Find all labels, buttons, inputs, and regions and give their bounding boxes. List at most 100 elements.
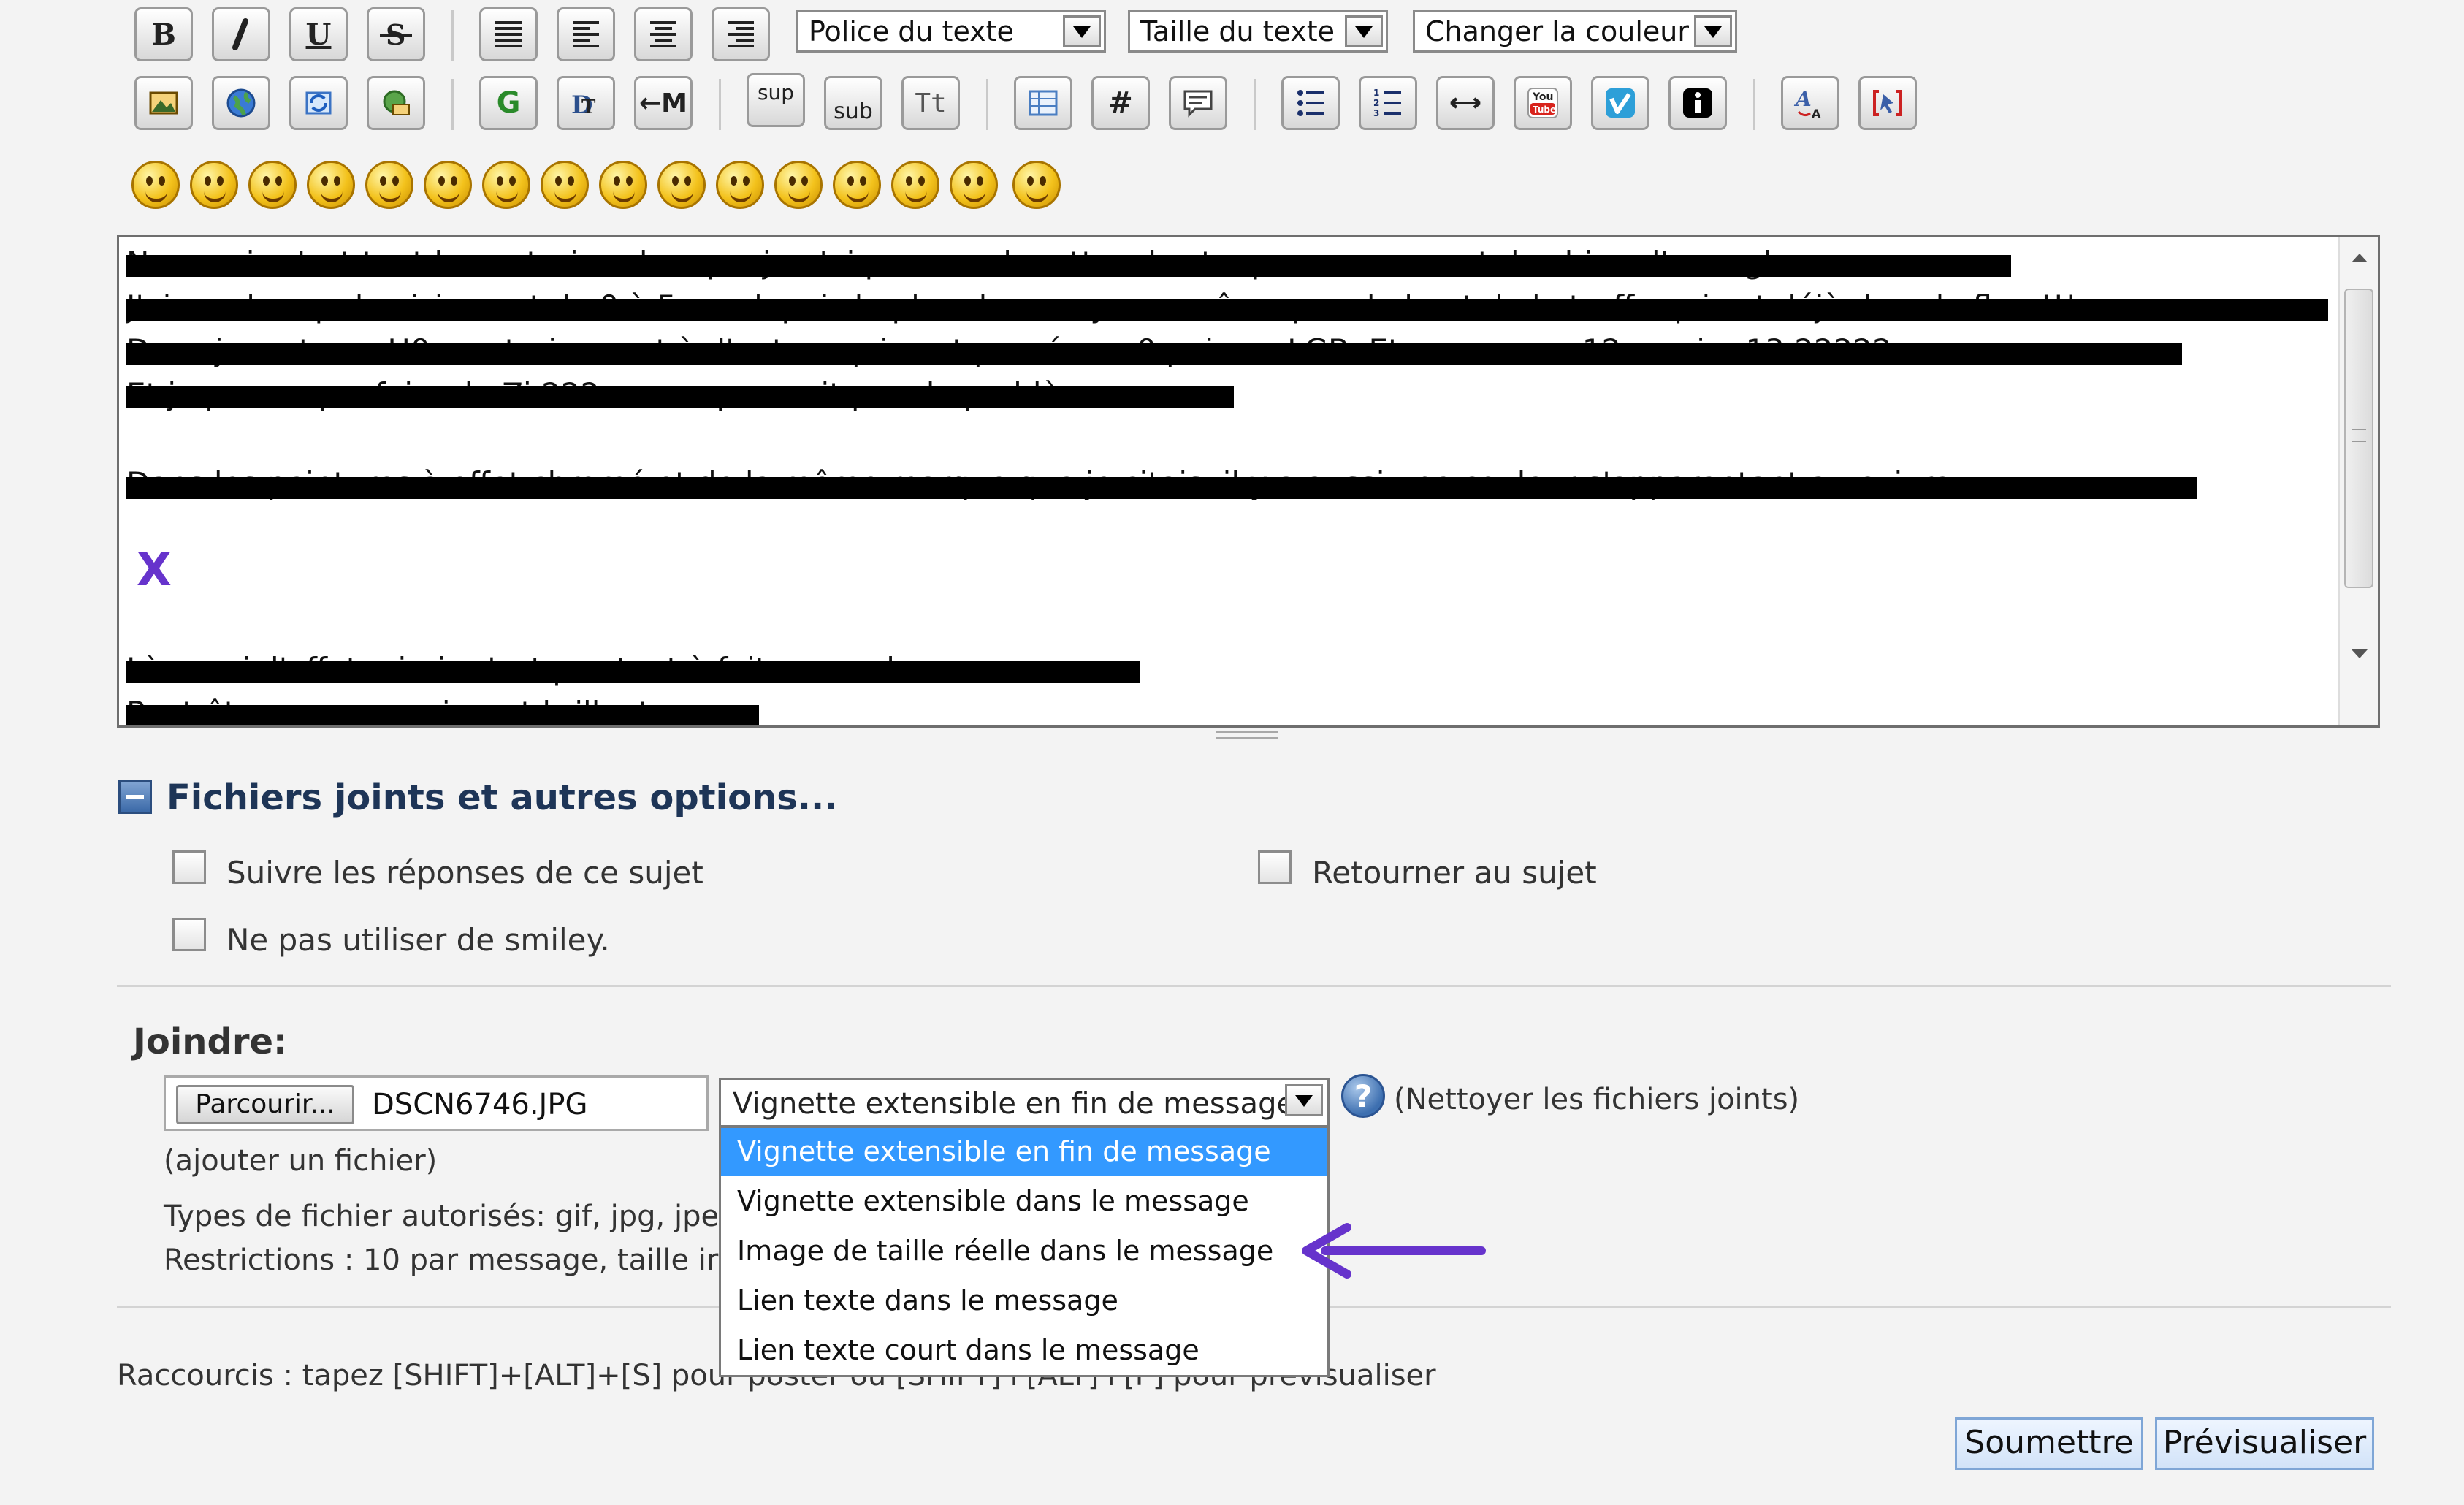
smiley-shocked-icon[interactable] xyxy=(657,161,706,209)
smiley-confused-icon[interactable] xyxy=(833,161,881,209)
numbered-list-button[interactable]: 123 xyxy=(1359,76,1417,130)
smiley-love-icon[interactable] xyxy=(950,161,998,209)
smiley-silly-icon[interactable] xyxy=(891,161,939,209)
globe-icon xyxy=(226,88,256,118)
preview-button[interactable]: Prévisualiser xyxy=(2155,1417,2374,1470)
insert-marker: X xyxy=(137,543,172,596)
vimeo-button[interactable] xyxy=(1591,76,1649,130)
scroll-up-icon[interactable] xyxy=(2349,251,2370,265)
insert-link-button[interactable] xyxy=(212,76,270,130)
message-editor[interactable]: Non mais c'est tout le contraire : lorsq… xyxy=(117,235,2380,728)
font-size-select[interactable]: Taille du texte xyxy=(1128,10,1388,53)
attachment-mode-option[interactable]: Vignette extensible en fin de message xyxy=(721,1128,1327,1176)
file-name: DSCN6746.JPG xyxy=(372,1088,588,1121)
mention-button[interactable]: ←M xyxy=(634,76,693,130)
align-center-button[interactable] xyxy=(634,7,693,61)
youtube-button[interactable]: You Tube xyxy=(1514,76,1572,130)
attach-title: Joindre: xyxy=(133,1021,288,1062)
help-icon[interactable]: ? xyxy=(1341,1074,1385,1118)
smiley-grin-icon[interactable] xyxy=(248,161,297,209)
clean-attachments-link[interactable]: (Nettoyer les fichiers joints) xyxy=(1394,1083,1799,1116)
underline-button[interactable]: U xyxy=(289,7,348,61)
align-center-icon xyxy=(650,21,676,47)
smiley-crying-icon[interactable] xyxy=(599,161,647,209)
smiley-tongue-icon[interactable] xyxy=(716,161,764,209)
teletype-label: Tt xyxy=(915,88,947,118)
table-button[interactable] xyxy=(1014,76,1072,130)
horizontal-rule-button[interactable] xyxy=(1436,76,1495,130)
file-input[interactable]: Parcourir... DSCN6746.JPG xyxy=(164,1075,709,1131)
toolbar-separator xyxy=(451,79,454,130)
font-color-select[interactable]: Changer la couleur xyxy=(1413,10,1737,53)
align-right-icon xyxy=(728,21,754,47)
toolbar-separator xyxy=(719,79,721,130)
font-family-label: Police du texte xyxy=(809,15,1014,47)
add-file-link[interactable]: (ajouter un fichier) xyxy=(164,1144,437,1178)
spoiler-icon xyxy=(1873,90,1902,116)
smiley-sad-icon[interactable] xyxy=(424,161,472,209)
editor-resize-handle[interactable] xyxy=(1216,731,1278,739)
align-right-button[interactable] xyxy=(712,7,770,61)
submit-button[interactable]: Soumettre xyxy=(1955,1417,2143,1470)
options-collapse-toggle[interactable] xyxy=(118,780,152,814)
strikethrough-button[interactable]: S xyxy=(367,7,425,61)
no-smiley-label: Ne pas utiliser de smiley. xyxy=(226,922,610,958)
chevron-down-icon xyxy=(1285,1084,1323,1116)
code-hash-button[interactable]: # xyxy=(1091,76,1150,130)
attachment-mode-option[interactable]: Lien texte dans le message xyxy=(721,1277,1327,1325)
follow-topic-checkbox[interactable] xyxy=(172,850,206,884)
wikipedia-button[interactable]: DT xyxy=(557,76,615,130)
attachment-mode-dropdown[interactable]: Vignette extensible en fin de message Vi… xyxy=(719,1126,1330,1377)
svg-text:1: 1 xyxy=(1373,88,1379,98)
superscript-label: sup xyxy=(757,80,795,104)
google-button[interactable]: G xyxy=(479,76,538,130)
bold-button[interactable]: B xyxy=(134,7,193,61)
quote-button[interactable] xyxy=(1169,76,1227,130)
attachment-mode-option[interactable]: Vignette extensible dans le message xyxy=(721,1178,1327,1226)
font-color-label: Changer la couleur xyxy=(1425,15,1689,47)
host-image-button[interactable] xyxy=(289,76,348,130)
align-justify-icon xyxy=(495,21,522,47)
align-left-button[interactable] xyxy=(557,7,615,61)
redaction-bar xyxy=(126,705,759,725)
scroll-thumb[interactable] xyxy=(2344,289,2373,588)
superscript-button[interactable]: sup xyxy=(747,73,805,127)
subscript-button[interactable]: sub xyxy=(824,76,882,130)
smiley-wink-icon[interactable] xyxy=(190,161,238,209)
smiley-happy-icon[interactable] xyxy=(131,161,180,209)
italic-button[interactable] xyxy=(212,7,270,61)
smiley-sick-icon[interactable] xyxy=(1012,161,1061,209)
editor-scrollbar[interactable] xyxy=(2338,237,2378,725)
teletype-button[interactable]: Tt xyxy=(901,76,960,130)
smiley-cool-icon[interactable] xyxy=(541,161,589,209)
horizontal-arrow-icon xyxy=(1449,97,1481,109)
smiley-blush-icon[interactable] xyxy=(774,161,823,209)
bullet-list-button[interactable] xyxy=(1281,76,1340,130)
justify-button[interactable] xyxy=(479,7,538,61)
no-smiley-checkbox[interactable] xyxy=(172,918,206,951)
upload-restrictions: Restrictions : 10 par message, taille ir xyxy=(164,1243,719,1277)
font-size-label: Taille du texte xyxy=(1140,15,1335,47)
attachment-mode-option[interactable]: Image de taille réelle dans le message xyxy=(721,1227,1327,1276)
numbered-list-icon: 123 xyxy=(1373,88,1401,118)
attachment-mode-select[interactable]: Vignette extensible en fin de message xyxy=(719,1078,1330,1127)
follow-topic-label: Suivre les réponses de ce sujet xyxy=(226,855,703,891)
return-topic-checkbox[interactable] xyxy=(1258,850,1292,884)
upload-file-button[interactable] xyxy=(367,76,425,130)
info-button[interactable] xyxy=(1668,76,1727,130)
spoiler-button[interactable] xyxy=(1858,76,1917,130)
browse-button[interactable]: Parcourir... xyxy=(176,1085,354,1124)
attachment-mode-option[interactable]: Lien texte court dans le message xyxy=(721,1327,1327,1375)
redaction-bar xyxy=(126,477,2197,499)
toolbar-separator xyxy=(986,79,988,130)
font-family-select[interactable]: Police du texte xyxy=(796,10,1106,53)
insert-image-button[interactable] xyxy=(134,76,193,130)
bullet-list-icon xyxy=(1297,90,1324,116)
smiley-laugh-icon[interactable] xyxy=(307,161,355,209)
smiley-surprised-icon[interactable] xyxy=(482,161,530,209)
attachment-mode-value: Vignette extensible en fin de message xyxy=(733,1087,1295,1121)
smiley-angry-icon[interactable] xyxy=(365,161,413,209)
translate-button[interactable]: AA xyxy=(1781,76,1839,130)
annotation-arrow-icon xyxy=(1302,1223,1486,1279)
scroll-down-icon[interactable] xyxy=(2349,647,2370,661)
